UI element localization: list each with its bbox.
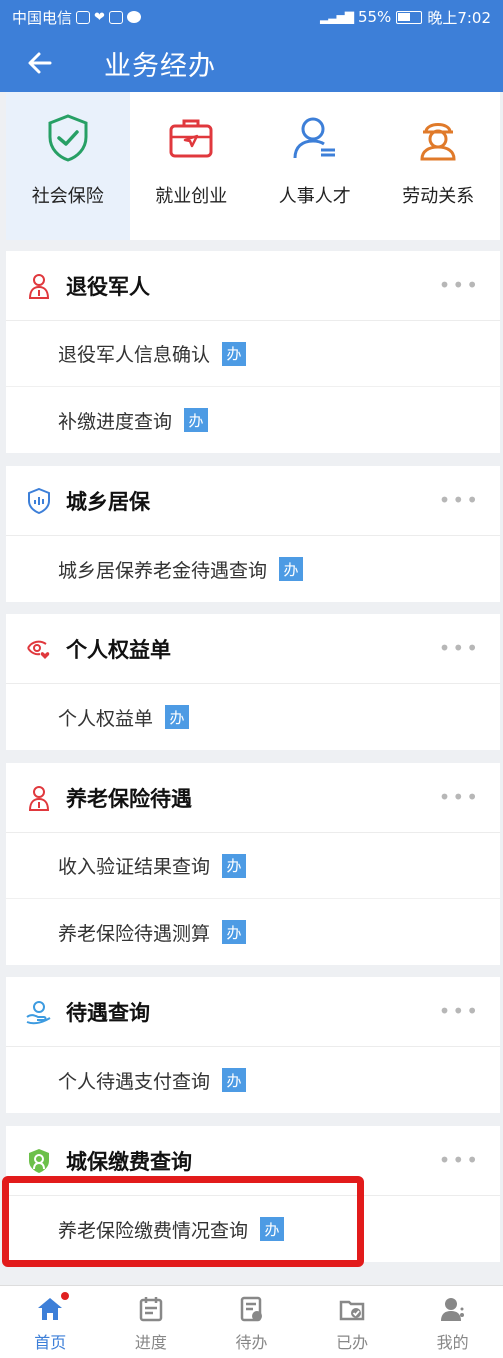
tab-mine[interactable]: 我的 (402, 1286, 503, 1358)
category-label: 劳动关系 (402, 186, 475, 207)
notification-dot (61, 1292, 69, 1300)
service-label: 退役军人信息确认 (58, 344, 211, 366)
person-doc-icon (293, 117, 335, 159)
section-personal-rights: 个人权益单 ••• 个人权益单办 (6, 614, 500, 750)
category-personnel[interactable]: 人事人才 (253, 92, 377, 240)
tab-label: 待办 (235, 1333, 268, 1352)
green-shield-icon (26, 1148, 52, 1174)
handle-badge: 办 (222, 341, 247, 366)
message-icon (126, 11, 141, 23)
user-icon (440, 1298, 464, 1321)
service-item[interactable]: 补缴进度查询办 (6, 387, 500, 453)
signal-icon: ▂▃▅▇ (320, 10, 354, 24)
todo-doc-icon (241, 1296, 263, 1322)
handle-badge: 办 (222, 1068, 247, 1092)
shield-check-icon (48, 114, 88, 162)
section-benefit-inquiry: 待遇查询 ••• 个人待遇支付查询办 (6, 977, 500, 1113)
service-label: 补缴进度查询 (58, 410, 173, 433)
category-label: 社会保险 (31, 186, 104, 207)
highlight-box (2, 1176, 364, 1267)
battery-percent: 55% (357, 8, 392, 26)
service-label: 收入验证结果查询 (58, 856, 211, 878)
service-label: 个人权益单 (58, 707, 154, 730)
section-header: 个人权益单 ••• (6, 614, 500, 684)
tab-progress[interactable]: 进度 (101, 1286, 202, 1358)
section-title: 城保缴费查询 (66, 1149, 192, 1174)
category-label: 人事人才 (278, 186, 351, 207)
section-header: 待遇查询 ••• (6, 977, 500, 1047)
gallery-icon (76, 10, 91, 24)
tab-label: 已办 (336, 1333, 369, 1352)
section-title: 养老保险待遇 (66, 786, 192, 811)
category-labor-relations[interactable]: 劳动关系 (377, 92, 501, 240)
battery-icon (396, 10, 423, 24)
service-label: 城乡居保养老金待遇查询 (58, 559, 268, 582)
back-arrow-icon (28, 52, 52, 74)
service-item[interactable]: 养老保险待遇测算办 (6, 899, 500, 965)
section-header: 养老保险待遇 ••• (6, 763, 500, 833)
tab-home[interactable]: 首页 (0, 1286, 101, 1358)
section-rural-insurance: 城乡居保 ••• 城乡居保养老金待遇查询办 (6, 466, 500, 602)
section-title: 个人权益单 (66, 637, 171, 662)
app-bar: 业务经办 (0, 34, 503, 92)
handle-badge: 办 (279, 557, 304, 581)
section-pension-benefits: 养老保险待遇 ••• 收入验证结果查询办 养老保险待遇测算办 (6, 763, 500, 965)
more-icon[interactable]: ••• (439, 1148, 480, 1172)
service-label: 个人待遇支付查询 (58, 1070, 211, 1093)
category-bar: 社会保险 就业创业 人事人才 劳动关系 (6, 92, 500, 240)
handle-badge: 办 (222, 853, 247, 878)
done-folder-icon (339, 1300, 365, 1321)
carrier-text: 中国电信 (12, 8, 73, 27)
shield-chart-icon (26, 487, 52, 514)
handle-badge: 办 (222, 920, 247, 944)
handle-badge: 办 (165, 705, 190, 729)
home-icon (38, 1298, 63, 1320)
category-social-insurance[interactable]: 社会保险 (6, 92, 130, 240)
service-item[interactable]: 城乡居保养老金待遇查询办 (6, 536, 500, 602)
veteran-icon (26, 273, 52, 299)
service-item[interactable]: 个人待遇支付查询办 (6, 1047, 500, 1113)
service-item[interactable]: 个人权益单办 (6, 684, 500, 750)
service-item[interactable]: 退役军人信息确认办 (6, 321, 500, 387)
handle-badge: 办 (184, 408, 209, 432)
app-notification-icon (108, 10, 123, 24)
section-header: 退役军人 ••• (6, 251, 500, 321)
category-label: 就业创业 (155, 186, 228, 207)
tab-done[interactable]: 已办 (302, 1286, 403, 1358)
service-label: 养老保险待遇测算 (58, 922, 211, 945)
briefcase-icon (169, 119, 213, 158)
back-button[interactable] (0, 34, 80, 92)
more-icon[interactable]: ••• (439, 273, 480, 297)
eye-heart-icon (26, 636, 52, 662)
service-item[interactable]: 收入验证结果查询办 (6, 833, 500, 899)
calendar-progress-icon (139, 1297, 163, 1322)
more-icon[interactable]: ••• (439, 999, 480, 1023)
status-bar: 中国电信 ❤ ▂▃▅▇ 55% 晚上7:02 (0, 0, 503, 34)
clock: 晚上7:02 (427, 8, 491, 27)
bottom-tab-bar: 首页 进度 待办 已办 我的 (0, 1285, 503, 1358)
category-employment[interactable]: 就业创业 (130, 92, 254, 240)
section-header: 城乡居保 ••• (6, 466, 500, 536)
section-title: 待遇查询 (66, 1000, 150, 1025)
heart-icon: ❤ (94, 9, 105, 25)
section-title: 城乡居保 (66, 489, 150, 514)
section-veterans: 退役军人 ••• 退役军人信息确认办 补缴进度查询办 (6, 251, 500, 453)
page-title: 业务经办 (104, 50, 216, 82)
veteran-icon (26, 785, 52, 811)
tab-todo[interactable]: 待办 (201, 1286, 302, 1358)
more-icon[interactable]: ••• (439, 636, 480, 660)
tab-label: 首页 (34, 1333, 67, 1352)
tab-label: 进度 (134, 1333, 167, 1352)
more-icon[interactable]: ••• (439, 488, 480, 512)
hand-care-icon (26, 999, 52, 1025)
tab-label: 我的 (436, 1333, 469, 1352)
more-icon[interactable]: ••• (439, 785, 480, 809)
section-title: 退役军人 (66, 274, 150, 299)
worker-icon (420, 123, 456, 161)
